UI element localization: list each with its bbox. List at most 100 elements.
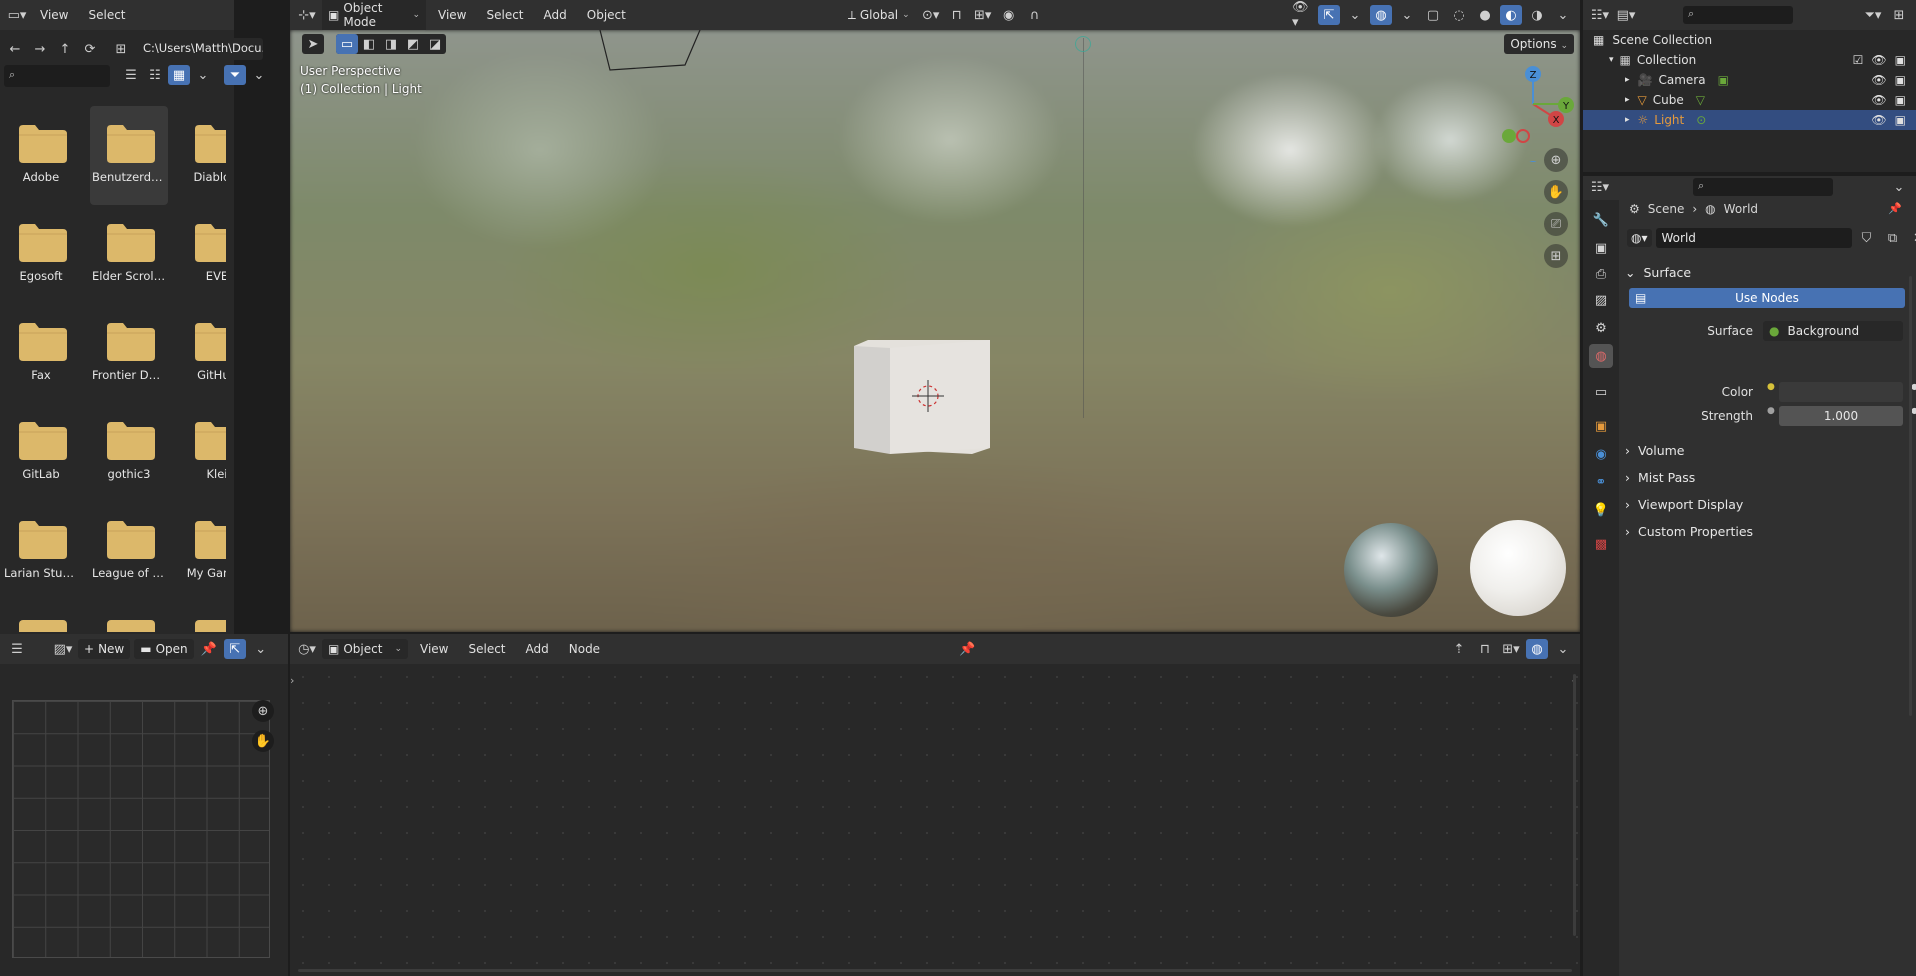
eye-icon[interactable]: 👁 [1871, 73, 1886, 87]
select-invert-icon[interactable]: ◩ [402, 34, 424, 54]
proportional-edit-icon[interactable]: ◉ [998, 5, 1020, 25]
panel-header-viewport-display[interactable]: › Viewport Display [1625, 492, 1908, 516]
shader-type-dropdown[interactable]: ▣ Object ⌄ [322, 639, 408, 659]
use-nodes-button[interactable]: ▤ Use Nodes [1629, 288, 1905, 308]
folder-item[interactable]: Adobe [2, 106, 80, 205]
vp-menu-select[interactable]: Select [478, 5, 531, 25]
gizmo-toggle-icon[interactable]: ⇱ [1318, 5, 1340, 25]
eye-icon[interactable]: 👁 [1871, 93, 1886, 107]
properties-scrollbar[interactable] [1909, 276, 1912, 716]
display-mode-icon[interactable]: ▤▾ [1615, 5, 1637, 25]
vp-menu-object[interactable]: Object [579, 5, 634, 25]
outliner-row-light[interactable]: ▸ ☼ Light ⊙ 👁 ▣ [1583, 110, 1916, 130]
3d-cursor[interactable] [908, 376, 948, 416]
camera-view-icon[interactable]: ⎚ [1544, 212, 1568, 236]
object-data-icon[interactable]: ▣ [1718, 73, 1729, 87]
material-shading-icon[interactable]: ◐ [1500, 5, 1522, 25]
horizontal-scrollbar[interactable] [298, 969, 1572, 972]
folder-item[interactable]: Diablo II [178, 106, 226, 205]
select-new-icon[interactable]: ▭ [336, 34, 358, 54]
falloff-icon[interactable]: ∩ [1024, 5, 1046, 25]
folder-item[interactable]: Benutzerdefin... [90, 106, 168, 205]
view-layer-tab-icon[interactable]: ▨ [1589, 288, 1613, 312]
fb-menu-select[interactable]: Select [80, 5, 133, 25]
pin-icon[interactable]: 📌 [1888, 202, 1902, 215]
pan-hand-icon[interactable]: ✋ [1544, 180, 1568, 204]
light-object[interactable] [1075, 36, 1091, 52]
vertical-scrollbar[interactable] [1573, 674, 1576, 936]
folder-item[interactable]: EVE [178, 205, 226, 304]
object-data-light-tab-icon[interactable]: 💡 [1589, 498, 1613, 522]
folder-item[interactable]: Elder Scrolls ... [90, 205, 168, 304]
folder-item[interactable]: GitHub [178, 304, 226, 403]
editor-type-image-icon[interactable]: ▨▾ [52, 639, 74, 659]
editor-type-node-icon[interactable]: ◷▾ [296, 639, 318, 659]
world-name-field[interactable]: World [1655, 228, 1852, 248]
overlay-dropdown-icon[interactable]: ⌄ [1396, 5, 1418, 25]
fb-search-input[interactable]: ⌕ [4, 65, 110, 87]
vp-menu-add[interactable]: Add [536, 5, 575, 25]
world-tab-icon[interactable]: ◍ [1589, 344, 1613, 368]
folder-item[interactable]: Fax [2, 304, 80, 403]
outliner-row-cube[interactable]: ▸ ▽ Cube ▽ 👁 ▣ [1583, 90, 1916, 110]
new-folder-icon[interactable]: ⊞ [110, 39, 132, 59]
snap-grid-icon[interactable]: ⊞▾ [1500, 639, 1522, 659]
object-data-icon[interactable]: ▽ [1696, 93, 1705, 107]
ne-menu-node[interactable]: Node [561, 639, 608, 659]
chevron-right-icon[interactable]: ▸ [1625, 75, 1630, 85]
rendered-shading-icon[interactable]: ◑ [1526, 5, 1548, 25]
new-image-button[interactable]: + New [78, 639, 131, 659]
close-icon[interactable]: ✕ [1908, 228, 1916, 248]
render-camera-icon[interactable]: ▣ [1895, 113, 1906, 127]
properties-search-input[interactable]: ⌕ [1693, 178, 1833, 196]
toolbar-expand-icon[interactable]: › [290, 674, 294, 687]
overlay-dropdown-icon[interactable]: ⌄ [1552, 639, 1574, 659]
xray-icon[interactable]: ▢ [1422, 5, 1444, 25]
editor-type-icon[interactable]: ▭▾ [6, 5, 28, 25]
forward-arrow-icon[interactable]: → [29, 39, 51, 59]
folder-item[interactable]: Larian Studios [2, 502, 80, 601]
outliner-row-collection[interactable]: ▾ ▦ Collection ☑ 👁 ▣ [1583, 50, 1916, 70]
ne-menu-add[interactable]: Add [518, 639, 557, 659]
new-collection-icon[interactable]: ⊞ [1888, 5, 1910, 25]
perspective-toggle-icon[interactable]: ⊞ [1544, 244, 1568, 268]
path-field[interactable]: C:\Users\Matth\Docu... [137, 38, 263, 60]
filter-icon[interactable]: ⏷ [224, 65, 246, 85]
ne-menu-view[interactable]: View [412, 639, 456, 659]
chevron-right-icon[interactable]: ▸ [1625, 115, 1630, 125]
snap-icon[interactable]: ⊓ [946, 5, 968, 25]
select-tool-icon[interactable]: ➤ [302, 34, 324, 54]
panel-header-volume[interactable]: › Volume [1625, 438, 1908, 462]
pivot-icon[interactable]: ⊙▾ [920, 5, 942, 25]
world-browse-icon[interactable]: ◍▾ [1627, 229, 1652, 247]
folder-icon[interactable] [195, 620, 226, 632]
folder-item[interactable]: My Games [178, 502, 226, 601]
eye-icon[interactable]: 👁 [1871, 53, 1886, 67]
image-gizmo-dropdown-icon[interactable]: ⌄ [250, 639, 272, 659]
pin-icon[interactable]: 📌 [198, 639, 220, 659]
editor-type-outliner-icon[interactable]: ☷▾ [1589, 5, 1611, 25]
orientation-dropdown[interactable]: ⟂ Global ⌄ [842, 5, 916, 26]
tool-tab-icon[interactable]: 🔧 [1589, 208, 1613, 232]
chevron-right-icon[interactable]: ▸ [1625, 95, 1630, 105]
strength-field[interactable]: 1.000 [1779, 406, 1903, 426]
parent-dir-icon[interactable]: ↑ [54, 39, 76, 59]
shader-node-editor[interactable]: ◷▾ ▣ Object ⌄ View Select Add Node 📌 ⇡ ⊓… [290, 634, 1580, 976]
list-horizontal-icon[interactable]: ☷ [144, 65, 166, 85]
surface-shader-field[interactable]: ● Background [1763, 321, 1903, 341]
folder-item[interactable]: League of Leg... [90, 502, 168, 601]
back-arrow-icon[interactable]: ← [4, 39, 26, 59]
zoom-icon[interactable]: ⊕ [252, 700, 274, 722]
eye-icon[interactable]: 👁 [1871, 113, 1886, 127]
outliner-row-camera[interactable]: ▸ 🎥 Camera ▣ 👁 ▣ [1583, 70, 1916, 90]
folder-item[interactable]: gothic3 [90, 403, 168, 502]
pin-icon[interactable]: 📌 [956, 639, 978, 659]
output-tab-icon[interactable]: ⎙ [1589, 262, 1613, 286]
image-gizmo-icon[interactable]: ⇱ [223, 639, 246, 659]
refresh-icon[interactable]: ⟳ [79, 39, 101, 59]
folder-icon[interactable] [19, 620, 67, 632]
hamburger-menu-icon[interactable]: ☰ [6, 639, 28, 659]
socket-color-icon[interactable]: ● [1767, 382, 1775, 392]
outliner-search-input[interactable]: ⌕ [1683, 6, 1793, 24]
select-intersect-icon[interactable]: ◪ [424, 34, 446, 54]
